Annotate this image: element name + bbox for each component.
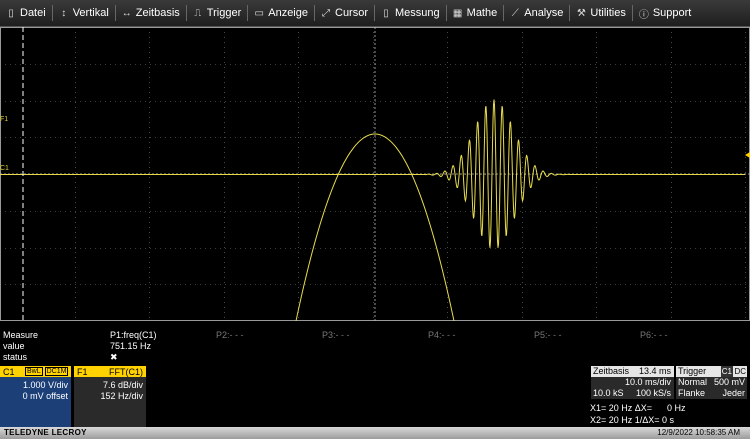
timebase-samples: 10.0 kS — [593, 388, 624, 398]
timebase-delay: 13.4 ms — [638, 366, 671, 376]
dc1m-badge: DC1M — [44, 367, 69, 376]
datetime: 12/9/2022 10:58:35 AM — [657, 428, 740, 437]
menu-bar: ▯ Datei ↕ Vertikal ↔ Zeitbasis ⎍ Trigger ▭ An… — [0, 0, 750, 27]
c1-descriptor[interactable]: C1 BwL DC1M 1.000 V/div 0 mV offset — [0, 366, 71, 428]
menu-label: Messung — [395, 7, 440, 19]
measure-value-row: value 751.15 Hz — [0, 341, 750, 352]
menu-analyse[interactable]: ⟋ Analyse — [504, 0, 569, 26]
cursor-icon: ⤢ — [322, 7, 330, 19]
c1-offset: 0 mV offset — [22, 391, 68, 401]
c1-vdiv: 1.000 V/div — [22, 380, 68, 390]
menu-datei[interactable]: ▯ Datei — [0, 0, 52, 26]
utilities-icon: ⚒ — [576, 7, 586, 19]
menu-support[interactable]: ⓘ Support — [633, 0, 698, 26]
c1-label: C1 — [3, 366, 15, 377]
menu-label: Analyse — [524, 7, 564, 19]
f1-hzdiv: 152 Hz/div — [100, 391, 143, 401]
menu-cursor[interactable]: ⤢ Cursor — [315, 0, 374, 26]
timebase-header: Zeitbasis 13.4 ms — [591, 366, 674, 377]
waveform-svg — [0, 27, 750, 327]
trigger-level: 500 mV — [713, 377, 745, 387]
measure-status-row: status ✖ — [0, 352, 750, 363]
f1-function: FFT(C1) — [109, 366, 143, 377]
f1-descriptor[interactable]: F1 FFT(C1) 7.6 dB/div 152 Hz/div — [74, 366, 146, 428]
trigger-row: Flanke Jeder — [676, 388, 747, 399]
measure-header-row: Measure P1:freq(C1) P2:- - - P3:- - - P4… — [0, 330, 750, 341]
trigger-source: C1 — [720, 366, 733, 377]
cursor-readout-x2: X2= 20 Hz 1/ΔX= 0 s — [590, 415, 675, 425]
waveform-display[interactable]: F1 C1 — [0, 27, 750, 327]
param-p3[interactable]: P3:- - - — [322, 330, 350, 340]
trigger-slope: Jeder — [722, 388, 745, 398]
c1-header: C1 BwL DC1M — [0, 366, 71, 377]
math-icon: ▦ — [452, 7, 463, 19]
cursor-readout: X1= 20 Hz ΔX= 0 Hz X2= 20 Hz 1/ΔX= 0 s — [590, 402, 750, 426]
bwl-badge: BwL — [25, 367, 43, 376]
cursor-readout-x1: X1= 20 Hz ΔX= 0 Hz — [590, 403, 686, 413]
status-label: status — [3, 352, 28, 362]
param-p6[interactable]: P6:- - - — [640, 330, 668, 340]
menu-label: Zeitbasis — [135, 7, 180, 19]
display-icon: ▭ — [254, 7, 264, 19]
param-p2[interactable]: P2:- - - — [216, 330, 244, 340]
c1-marker[interactable]: C1 — [0, 165, 9, 172]
param-p4[interactable]: P4:- - - — [428, 330, 456, 340]
vertical-arrows-icon: ↕ — [61, 7, 67, 19]
analysis-icon: ⟋ — [511, 7, 519, 19]
timebase-title: Zeitbasis — [593, 366, 630, 376]
menu-trigger[interactable]: ⎍ Trigger — [187, 0, 247, 26]
p1-value: 751.15 Hz — [110, 341, 152, 351]
menu-zeitbasis[interactable]: ↔ Zeitbasis — [116, 0, 186, 26]
menu-mathe[interactable]: ▦ Mathe — [447, 0, 504, 26]
param-p5[interactable]: P5:- - - — [534, 330, 562, 340]
trigger-descriptor[interactable]: Trigger C1 DC Normal 500 mV Flanke Jeder — [676, 366, 747, 399]
f1-scale: 7.6 dB/div — [102, 380, 143, 390]
f1-header: F1 FFT(C1) — [74, 366, 146, 377]
timebase-rate: 100 kS/s — [635, 388, 671, 398]
menu-vertikal[interactable]: ↕ Vertikal — [53, 0, 115, 26]
timebase-descriptor[interactable]: Zeitbasis 13.4 ms 10.0 ms/div 10.0 kS 10… — [591, 366, 674, 399]
support-icon: ⓘ — [638, 9, 649, 21]
menu-anzeige[interactable]: ▭ Anzeige — [248, 0, 314, 26]
trigger-mode: Normal — [678, 377, 708, 387]
menu-label: Trigger — [206, 7, 242, 19]
timebase-row: 10.0 ms/div — [591, 377, 674, 388]
measure-label: Measure — [3, 330, 39, 340]
menu-label: Utilities — [590, 7, 626, 19]
trigger-header: Trigger C1 DC — [676, 366, 747, 377]
menu-label: Datei — [20, 7, 46, 19]
f1-label: F1 — [77, 366, 88, 377]
p1-status-icon: ✖ — [110, 352, 118, 362]
measure-table: Measure P1:freq(C1) P2:- - - P3:- - - P4… — [0, 330, 750, 364]
status-bar: TELEDYNE LECROY 12/9/2022 10:58:35 AM — [0, 427, 750, 439]
menu-label: Mathe — [466, 7, 498, 19]
menu-label: Vertikal — [72, 7, 109, 19]
menu-label: Support — [652, 7, 692, 19]
trigger-row: Normal 500 mV — [676, 377, 747, 388]
timebase-row: 10.0 kS 100 kS/s — [591, 388, 674, 399]
trigger-coupling: DC — [734, 367, 746, 376]
measure-icon: ▯ — [383, 7, 389, 19]
trigger-icon: ⎍ — [194, 7, 202, 19]
menu-label: Cursor — [335, 7, 369, 19]
value-label: value — [3, 341, 25, 351]
trigger-type: Flanke — [678, 388, 706, 398]
trigger-title: Trigger — [678, 366, 707, 376]
f1-marker[interactable]: F1 — [0, 116, 8, 123]
menu-utilities[interactable]: ⚒ Utilities — [570, 0, 631, 26]
param-p1[interactable]: P1:freq(C1) — [110, 330, 157, 340]
timebase-tdiv: 10.0 ms/div — [624, 377, 671, 387]
horizontal-arrows-icon: ↔ — [121, 7, 132, 19]
brand-logo: TELEDYNE LECROY — [4, 428, 87, 437]
menu-messung[interactable]: ▯ Messung — [375, 0, 446, 26]
menu-label: Anzeige — [268, 7, 308, 19]
file-icon: ▯ — [8, 7, 14, 19]
